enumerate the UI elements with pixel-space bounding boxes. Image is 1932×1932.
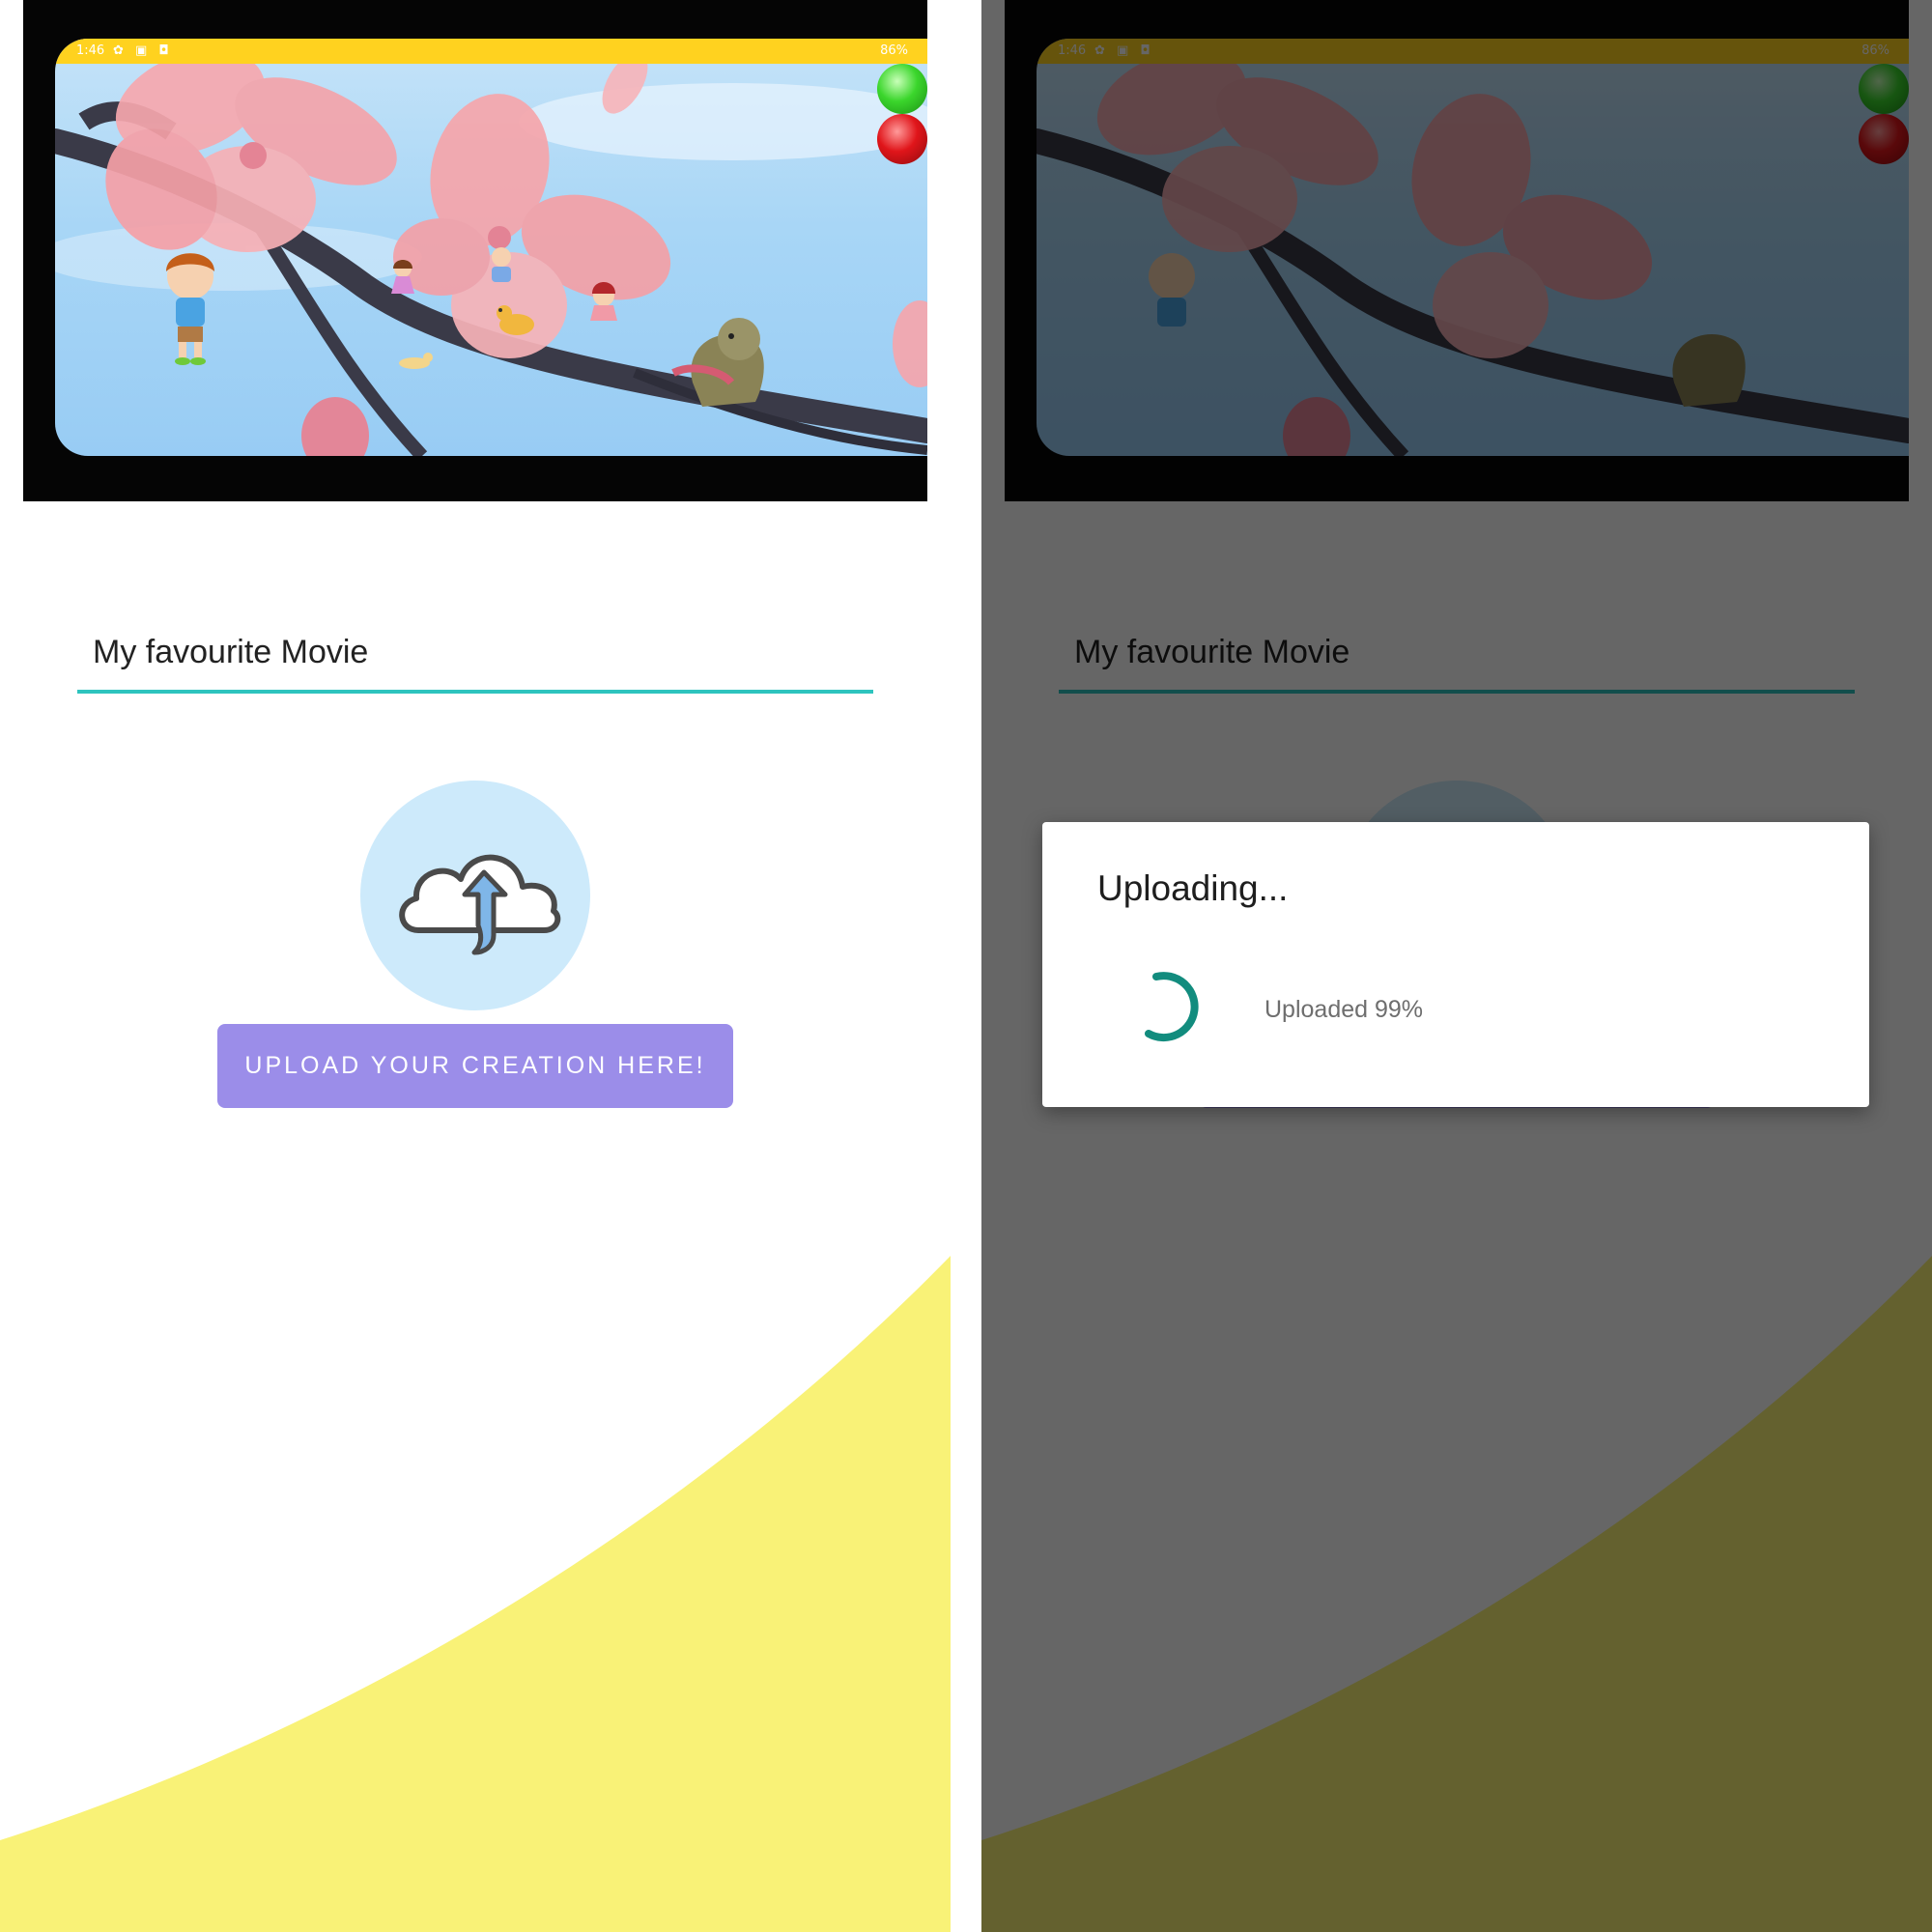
title-input[interactable] (93, 634, 846, 671)
title-field[interactable] (77, 609, 873, 696)
upload-circle[interactable] (360, 781, 590, 1010)
decorative-yellow-wave (0, 1256, 951, 1932)
notification-icons: ✿ ▣ ◘ (113, 43, 173, 58)
upload-progress-dialog: Uploading... Uploaded 99% (1042, 822, 1869, 1107)
red-circle-button[interactable] (877, 114, 927, 164)
character-boy (166, 253, 214, 365)
cloud-upload-icon (399, 854, 561, 955)
app-screen-left: 1:46 ✿ ▣ ◘ 86% My favourite Movie UPLOAD… (0, 0, 951, 1932)
panel-divider (951, 0, 981, 1932)
upload-status-text: Uploaded 99% (1264, 996, 1424, 1023)
phone-status-battery: 86% (880, 43, 908, 58)
upload-creation-button[interactable]: Upload your creation here! (217, 1024, 733, 1108)
phone-status-bar: 1:46 ✿ ▣ ◘ 86% (55, 39, 927, 64)
dialog-title: Uploading... (1097, 868, 1289, 908)
green-circle-button[interactable] (877, 64, 927, 114)
animation-scene-illustration (55, 64, 927, 456)
video-frame-content: 1:46 ✿ ▣ ◘ 86% (55, 39, 927, 456)
app-screen-right: 1:46 ✿ ▣ ◘ 86% (981, 0, 1932, 1932)
character-girl-2 (590, 282, 617, 321)
loading-spinner-icon (1145, 972, 1199, 1042)
video-player[interactable]: 1:46 ✿ ▣ ◘ 86% (23, 0, 927, 501)
title-underline (77, 690, 873, 694)
character-cat (399, 353, 433, 369)
phone-status-time: 1:46 (76, 43, 105, 58)
